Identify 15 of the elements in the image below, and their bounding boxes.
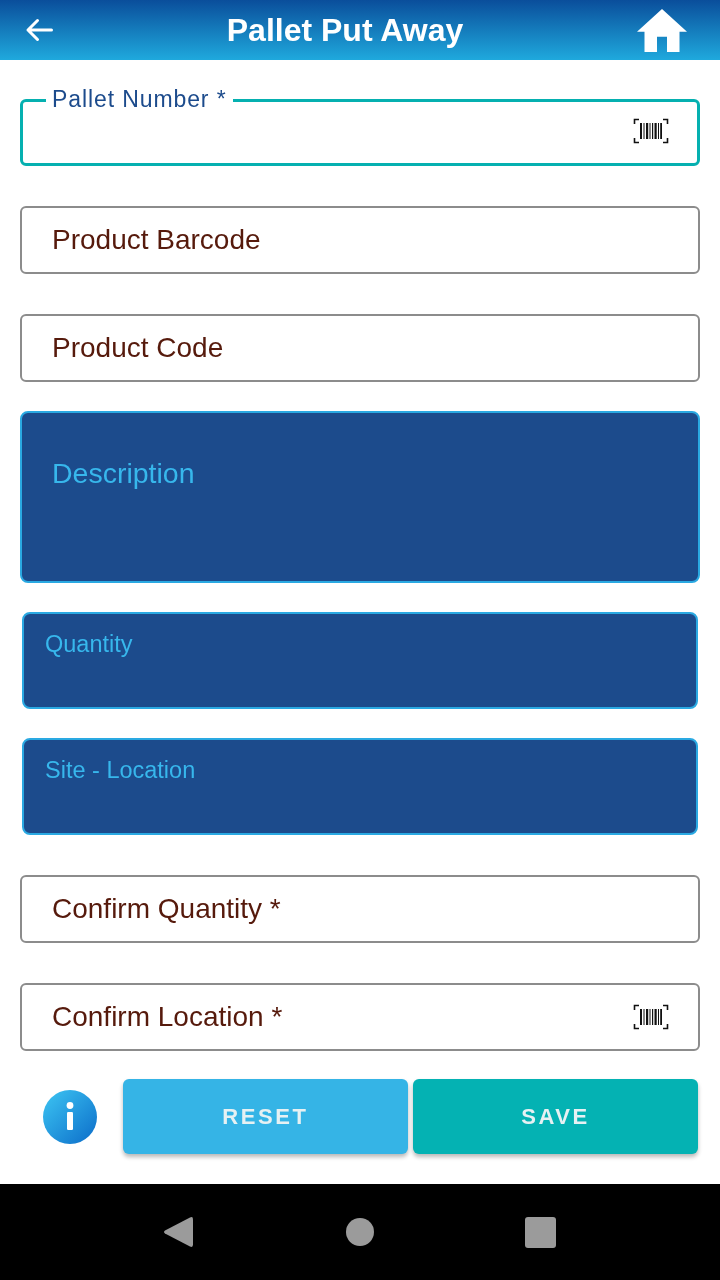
nav-back-icon[interactable]	[163, 1215, 193, 1249]
nav-recents-icon[interactable]	[525, 1216, 556, 1248]
info-icon[interactable]	[43, 1089, 97, 1144]
input-field[interactable]: Product Barcode	[20, 206, 700, 274]
input-field[interactable]: Product Code	[20, 314, 700, 382]
input-field[interactable]: Confirm Location *	[20, 983, 700, 1051]
barcode-icon[interactable]	[633, 118, 669, 144]
screen-title: Pallet Put Away	[225, 11, 465, 49]
save-button[interactable]: SAVE	[413, 1079, 698, 1154]
home-icon[interactable]	[637, 8, 687, 52]
input-field[interactable]: Confirm Quantity *	[20, 875, 700, 943]
barcode-icon[interactable]	[633, 1004, 669, 1030]
reset-button[interactable]: RESET	[123, 1079, 408, 1154]
back-arrow-icon[interactable]	[25, 18, 53, 42]
nav-home-icon[interactable]	[346, 1218, 374, 1246]
